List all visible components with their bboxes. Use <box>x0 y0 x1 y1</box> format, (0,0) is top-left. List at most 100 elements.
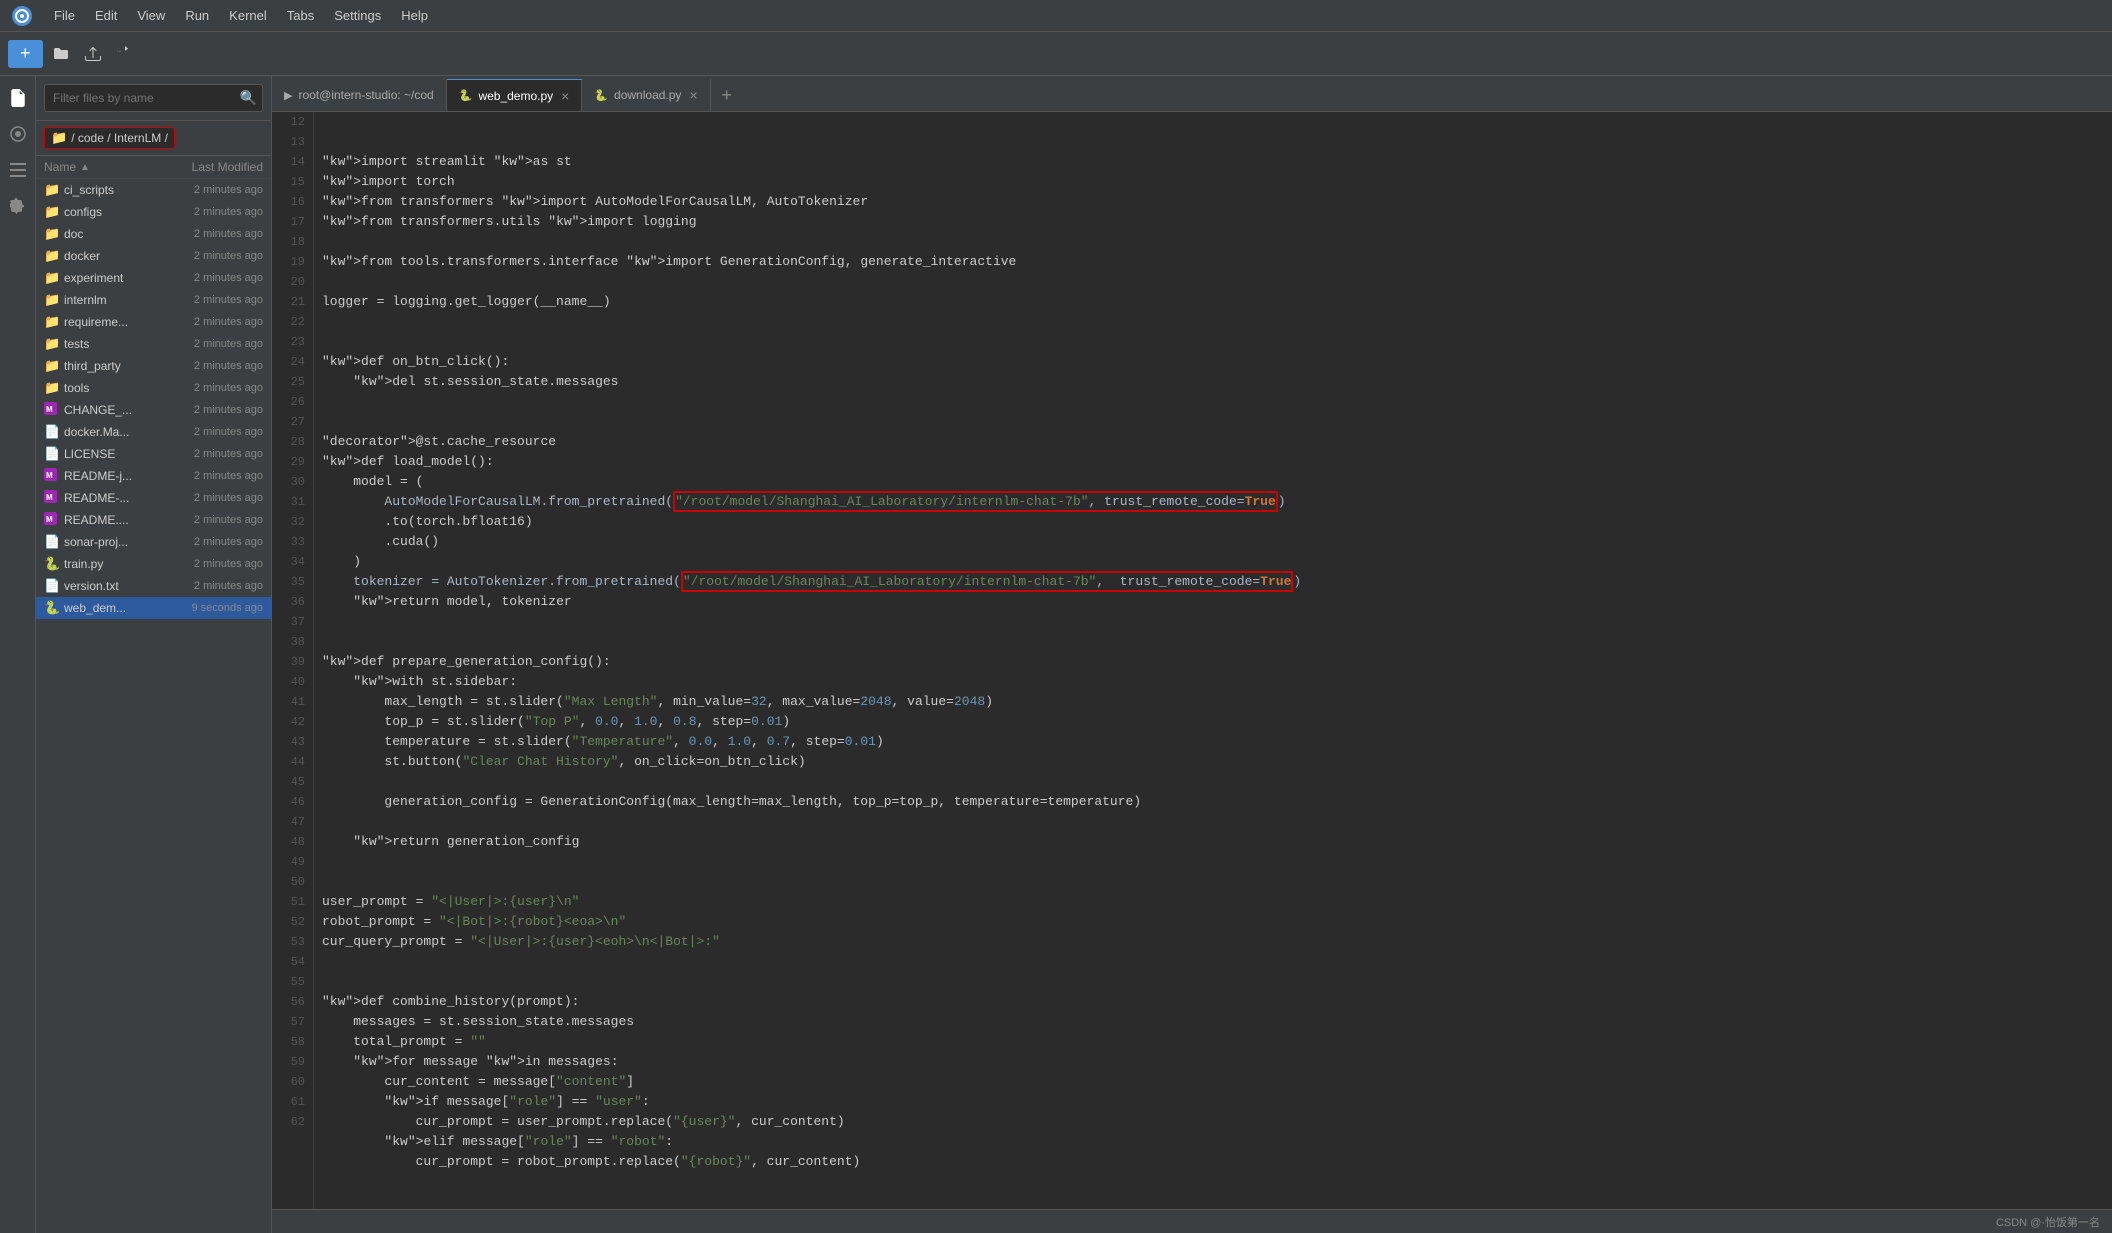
file-list-item[interactable]: MREADME....2 minutes ago <box>36 509 271 531</box>
file-list-item[interactable]: 📄docker.Ma...2 minutes ago <box>36 421 271 443</box>
new-launcher-button[interactable]: + <box>8 40 43 68</box>
line-number: 29 <box>276 452 305 472</box>
file-list-item[interactable]: 📁tests2 minutes ago <box>36 333 271 355</box>
folder-icon: 📁 <box>44 314 60 330</box>
file-search-input[interactable] <box>44 84 263 112</box>
file-list-item[interactable]: 📄version.txt2 minutes ago <box>36 575 271 597</box>
file-item-name: tools <box>64 381 159 395</box>
file-icon: 📄 <box>44 534 60 550</box>
file-list-item[interactable]: 📄LICENSE2 minutes ago <box>36 443 271 465</box>
code-line: messages = st.session_state.messages <box>322 1012 2104 1032</box>
code-editor[interactable]: 1213141516171819202122232425262728293031… <box>272 112 2112 1209</box>
file-list-item[interactable]: MREADME-...2 minutes ago <box>36 487 271 509</box>
line-number: 58 <box>276 1032 305 1052</box>
code-line <box>322 272 2104 292</box>
watermark: CSDN @·怡饭第一名 <box>1996 1214 2100 1230</box>
line-number: 18 <box>276 232 305 252</box>
code-line <box>322 312 2104 332</box>
folder-icon: 📁 <box>44 226 60 242</box>
file-item-name: third_party <box>64 359 159 373</box>
svg-text:M: M <box>46 471 53 480</box>
file-item-modified: 2 minutes ago <box>163 426 263 438</box>
file-list-item[interactable]: 🐍web_dem...9 seconds ago <box>36 597 271 619</box>
menu-run[interactable]: Run <box>175 4 219 27</box>
code-line: cur_content = message["content"] <box>322 1072 2104 1092</box>
editor-tab[interactable]: 🐍download.py× <box>582 79 710 111</box>
status-bar: CSDN @·怡饭第一名 <box>272 1209 2112 1233</box>
file-icon: 📄 <box>44 424 60 440</box>
menu-tabs[interactable]: Tabs <box>277 4 324 27</box>
menu-view[interactable]: View <box>127 4 175 27</box>
code-line: "kw">def load_model(): <box>322 452 2104 472</box>
upload-button[interactable] <box>79 40 107 68</box>
file-list-item[interactable]: 📁 experiment 2 minutes ago <box>36 267 271 289</box>
menu-kernel[interactable]: Kernel <box>219 4 277 27</box>
menu-edit[interactable]: Edit <box>85 4 127 27</box>
file-item-name: doc <box>64 227 159 241</box>
code-line: logger = logging.get_logger(__name__) <box>322 292 2104 312</box>
file-list-item[interactable]: 📁requireme...2 minutes ago <box>36 311 271 333</box>
file-item-name: experiment <box>64 271 159 285</box>
file-list-item[interactable]: 📁docker2 minutes ago <box>36 245 271 267</box>
code-line: ) <box>322 552 2104 572</box>
sidebar-icon-circle[interactable] <box>4 120 32 148</box>
file-list-item[interactable]: MCHANGE_...2 minutes ago <box>36 399 271 421</box>
sidebar-icon-files[interactable] <box>4 84 32 112</box>
menu-help[interactable]: Help <box>391 4 438 27</box>
tab-close-button[interactable]: × <box>689 87 697 103</box>
breadcrumb-folder[interactable]: 📁 / code / InternLM / <box>44 127 175 149</box>
code-content[interactable]: "kw">import streamlit "kw">as st"kw">imp… <box>314 112 2112 1209</box>
line-number: 53 <box>276 932 305 952</box>
file-list-item[interactable]: 📄sonar-proj...2 minutes ago <box>36 531 271 553</box>
line-number: 51 <box>276 892 305 912</box>
code-line <box>322 852 2104 872</box>
menu-file[interactable]: File <box>44 4 85 27</box>
editor-tab[interactable]: ▶root@intern-studio: ~/cod <box>272 79 447 111</box>
refresh-button[interactable] <box>111 40 139 68</box>
file-list-item[interactable]: 📁ci_scripts2 minutes ago <box>36 179 271 201</box>
file-list-item[interactable]: 📁third_party2 minutes ago <box>36 355 271 377</box>
folder-icon: 📁 <box>44 336 60 352</box>
code-line: "kw">import streamlit "kw">as st <box>322 152 2104 172</box>
line-number: 23 <box>276 332 305 352</box>
file-list-item[interactable]: 📁configs2 minutes ago <box>36 201 271 223</box>
file-list-item[interactable]: 📁doc2 minutes ago <box>36 223 271 245</box>
header-name[interactable]: Name ▲ <box>44 160 163 174</box>
file-item-modified: 2 minutes ago <box>163 536 263 548</box>
file-item-name: internlm <box>64 293 159 307</box>
code-line <box>322 872 2104 892</box>
new-tab-button[interactable]: + <box>711 79 743 111</box>
line-number: 25 <box>276 372 305 392</box>
code-line <box>322 332 2104 352</box>
file-item-modified: 2 minutes ago <box>163 272 263 284</box>
file-list-item[interactable]: MREADME-j...2 minutes ago <box>36 465 271 487</box>
editor-area: ▶root@intern-studio: ~/cod🐍web_demo.py×🐍… <box>272 76 2112 1233</box>
code-line: "kw">import torch <box>322 172 2104 192</box>
line-number: 60 <box>276 1072 305 1092</box>
open-folder-button[interactable] <box>47 40 75 68</box>
file-list-item[interactable]: 📁tools2 minutes ago <box>36 377 271 399</box>
line-number: 59 <box>276 1052 305 1072</box>
tab-bar: ▶root@intern-studio: ~/cod🐍web_demo.py×🐍… <box>272 76 2112 112</box>
line-number: 41 <box>276 692 305 712</box>
file-item-modified: 2 minutes ago <box>163 382 263 394</box>
line-number: 50 <box>276 872 305 892</box>
md-file-icon: M <box>44 490 60 506</box>
tab-label: web_demo.py <box>478 89 553 103</box>
sidebar-icon-menu[interactable] <box>4 156 32 184</box>
code-line: "kw">with st.sidebar: <box>322 672 2104 692</box>
code-line <box>322 952 2104 972</box>
header-modified[interactable]: Last Modified <box>163 160 263 174</box>
tab-close-button[interactable]: × <box>561 88 569 104</box>
menu-settings[interactable]: Settings <box>324 4 391 27</box>
sidebar-icon-puzzle[interactable] <box>4 192 32 220</box>
file-list-item[interactable]: 📁internlm2 minutes ago <box>36 289 271 311</box>
line-number: 54 <box>276 952 305 972</box>
folder-icon: 📁 <box>44 270 60 286</box>
line-numbers: 1213141516171819202122232425262728293031… <box>272 112 314 1209</box>
code-line: generation_config = GenerationConfig(max… <box>322 792 2104 812</box>
editor-tab[interactable]: 🐍web_demo.py× <box>447 79 583 111</box>
file-item-name: train.py <box>64 557 159 571</box>
file-list-item[interactable]: 🐍train.py2 minutes ago <box>36 553 271 575</box>
code-line <box>322 412 2104 432</box>
